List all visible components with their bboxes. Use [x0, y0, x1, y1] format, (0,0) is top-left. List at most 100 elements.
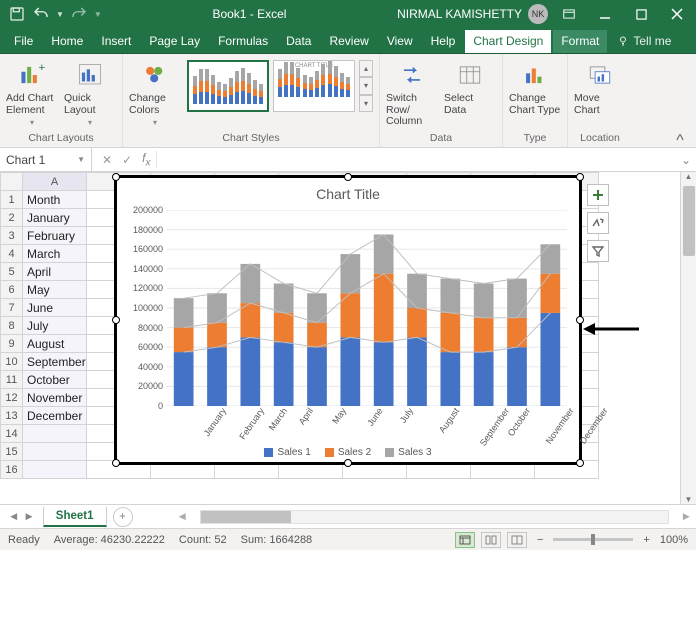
chart-style-2[interactable]: CHART TITLE — [273, 60, 355, 112]
change-chart-type-button[interactable]: Change Chart Type — [509, 58, 561, 116]
redo-icon[interactable] — [70, 5, 88, 23]
collapse-ribbon-icon[interactable]: ^ — [668, 134, 692, 148]
chevron-down-icon[interactable]: ▼ — [77, 155, 85, 164]
embedded-chart[interactable]: Chart Title 0200004000060000800001000001… — [114, 175, 582, 465]
row-header[interactable]: 13 — [1, 407, 23, 425]
worksheet-grid[interactable]: ABCDEFGHI1Month2January3February4March5A… — [0, 172, 696, 504]
cell[interactable]: Month — [23, 191, 87, 209]
view-page-break-icon[interactable] — [507, 532, 527, 548]
change-colors-button[interactable]: Change Colors▾ — [129, 58, 181, 128]
plot-area[interactable] — [167, 210, 567, 406]
sheet-nav-prev-icon[interactable]: ◄ — [8, 511, 19, 523]
row-header[interactable]: 11 — [1, 371, 23, 389]
fx-icon[interactable]: fx — [142, 151, 157, 168]
cell[interactable]: September — [23, 353, 87, 371]
move-chart-button[interactable]: Move Chart — [574, 58, 626, 116]
row-header[interactable]: 15 — [1, 443, 23, 461]
hscroll-left-icon[interactable]: ◄ — [173, 511, 192, 523]
chart-elements-button[interactable] — [587, 184, 609, 206]
x-axis[interactable]: JanuaryFebruaryMarchAprilMayJuneJulyAugu… — [167, 406, 567, 440]
cell[interactable]: February — [23, 227, 87, 245]
tab-page-lay[interactable]: Page Lay — [141, 30, 208, 53]
row-header[interactable]: 10 — [1, 353, 23, 371]
cell[interactable]: November — [23, 389, 87, 407]
legend-entry[interactable]: Sales 3 — [385, 447, 431, 458]
enter-formula-icon[interactable]: ✓ — [122, 153, 132, 167]
resize-handle[interactable] — [576, 173, 584, 181]
cell[interactable] — [23, 461, 87, 479]
resize-handle[interactable] — [112, 459, 120, 467]
maximize-icon[interactable] — [626, 0, 656, 28]
tab-view[interactable]: View — [379, 30, 421, 53]
expand-formula-bar-icon[interactable]: ⌄ — [676, 153, 696, 167]
row-header[interactable]: 9 — [1, 335, 23, 353]
qat-customize-icon[interactable]: ▼ — [94, 10, 102, 19]
vertical-scrollbar[interactable]: ▲▼ — [680, 172, 696, 504]
cell[interactable]: October — [23, 371, 87, 389]
ribbon-display-icon[interactable] — [554, 0, 584, 28]
tab-insert[interactable]: Insert — [93, 30, 139, 53]
chart-legend[interactable]: Sales 1 Sales 2 Sales 3 — [117, 447, 579, 458]
undo-more-icon[interactable]: ▼ — [56, 10, 64, 19]
row-header[interactable]: 16 — [1, 461, 23, 479]
cell[interactable]: January — [23, 209, 87, 227]
cell[interactable]: April — [23, 263, 87, 281]
tab-chart-design[interactable]: Chart Design — [465, 30, 551, 53]
column-header[interactable]: A — [23, 173, 87, 191]
row-header[interactable]: 6 — [1, 281, 23, 299]
zoom-out-icon[interactable]: − — [533, 534, 547, 546]
cell[interactable]: December — [23, 407, 87, 425]
row-header[interactable]: 12 — [1, 389, 23, 407]
cell[interactable]: March — [23, 245, 87, 263]
legend-entry[interactable]: Sales 1 — [264, 447, 310, 458]
row-header[interactable]: 14 — [1, 425, 23, 443]
view-page-layout-icon[interactable] — [481, 532, 501, 548]
new-sheet-button[interactable]: + — [113, 507, 133, 527]
tell-me[interactable]: Tell me — [609, 30, 679, 53]
resize-handle[interactable] — [576, 459, 584, 467]
zoom-value[interactable]: 100% — [660, 534, 688, 546]
cell[interactable]: May — [23, 281, 87, 299]
add-chart-element-button[interactable]: + Add Chart Element▾ — [6, 58, 58, 128]
row-header[interactable]: 4 — [1, 245, 23, 263]
view-normal-icon[interactable] — [455, 532, 475, 548]
row-header[interactable]: 3 — [1, 227, 23, 245]
hscroll-right-icon[interactable]: ► — [677, 511, 696, 523]
cell[interactable] — [23, 425, 87, 443]
chart-styles-more[interactable]: ▴▾▾ — [359, 60, 373, 112]
chart-styles-button[interactable] — [587, 212, 609, 234]
row-header[interactable]: 5 — [1, 263, 23, 281]
close-icon[interactable] — [662, 0, 692, 28]
legend-entry[interactable]: Sales 2 — [325, 447, 371, 458]
y-axis[interactable]: 0200004000060000800001000001200001400001… — [121, 210, 163, 406]
cell[interactable]: June — [23, 299, 87, 317]
tab-formulas[interactable]: Formulas — [210, 30, 276, 53]
chart-style-1[interactable] — [187, 60, 269, 112]
cancel-formula-icon[interactable]: ✕ — [102, 153, 112, 167]
row-header[interactable]: 2 — [1, 209, 23, 227]
row-header[interactable]: 7 — [1, 299, 23, 317]
tab-file[interactable]: File — [6, 30, 41, 53]
resize-handle[interactable] — [112, 173, 120, 181]
row-header[interactable]: 8 — [1, 317, 23, 335]
cell[interactable]: July — [23, 317, 87, 335]
avatar[interactable]: NK — [528, 4, 548, 24]
resize-handle[interactable] — [344, 173, 352, 181]
sheet-nav-next-icon[interactable]: ► — [23, 511, 34, 523]
resize-handle[interactable] — [112, 316, 120, 324]
name-box[interactable]: Chart 1▼ — [0, 148, 92, 171]
account-name[interactable]: NIRMAL KAMISHETTY — [397, 7, 522, 21]
cell[interactable] — [23, 443, 87, 461]
horizontal-scrollbar[interactable] — [200, 510, 669, 524]
undo-icon[interactable] — [32, 5, 50, 23]
row-header[interactable]: 1 — [1, 191, 23, 209]
tab-home[interactable]: Home — [43, 30, 91, 53]
minimize-icon[interactable] — [590, 0, 620, 28]
sheet-tab[interactable]: Sheet1 — [43, 507, 107, 527]
tab-format[interactable]: Format — [553, 30, 607, 53]
save-icon[interactable] — [8, 5, 26, 23]
tab-help[interactable]: Help — [423, 30, 464, 53]
resize-handle[interactable] — [344, 459, 352, 467]
chart-filters-button[interactable] — [587, 240, 609, 262]
quick-layout-button[interactable]: Quick Layout▾ — [64, 58, 116, 128]
